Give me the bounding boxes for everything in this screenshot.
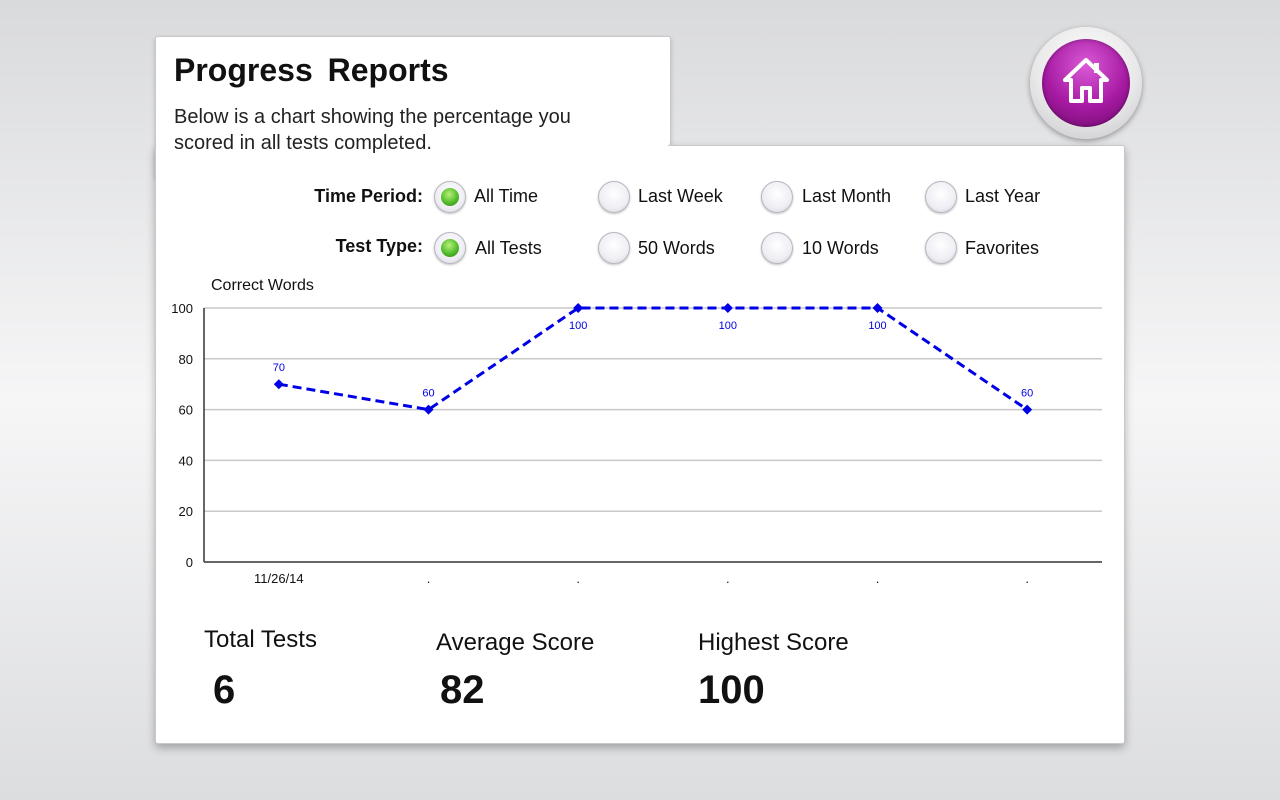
x-tick-label: . <box>876 571 880 586</box>
data-label: 100 <box>569 320 587 332</box>
data-point-marker <box>273 379 284 390</box>
x-tick-label: . <box>726 571 730 586</box>
data-label: 100 <box>868 320 886 332</box>
data-label: 60 <box>1021 388 1033 400</box>
x-tick-label: . <box>576 571 580 586</box>
y-tick-label: 80 <box>179 352 193 367</box>
y-tick-label: 0 <box>186 555 193 570</box>
total-tests-label: Total Tests <box>204 626 317 653</box>
y-tick-label: 60 <box>179 403 193 418</box>
y-axis-label: Correct Words <box>211 277 314 294</box>
highest-score-label: Highest Score <box>698 629 849 656</box>
data-label: 100 <box>719 320 737 332</box>
x-tick-label: 11/26/14 <box>254 571 304 586</box>
y-tick-label: 40 <box>179 453 193 468</box>
progress-line-chart: Correct Words 0 20 40 60 80 100 11/26/14.....… <box>171 277 1102 586</box>
data-label: 60 <box>422 388 434 400</box>
total-tests-value: 6 <box>213 668 236 712</box>
data-point-marker <box>722 303 733 313</box>
y-tick-label: 100 <box>171 301 193 316</box>
average-score-label: Average Score <box>436 629 595 656</box>
highest-score-value: 100 <box>698 668 765 712</box>
x-tick-label: . <box>1025 571 1029 586</box>
x-tick-label: . <box>427 571 431 586</box>
data-point-marker <box>1022 404 1033 415</box>
data-label: 70 <box>273 362 285 374</box>
average-score-value: 82 <box>440 668 485 712</box>
y-tick-label: 20 <box>179 504 193 519</box>
